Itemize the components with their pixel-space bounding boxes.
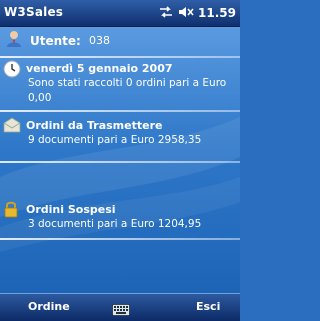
clock-icon: [3, 60, 21, 82]
softkey-bar: Ordine Esci: [0, 293, 240, 321]
separator: [0, 238, 240, 240]
suspended-orders-heading: Ordini Sospesi: [26, 203, 116, 216]
clock[interactable]: 11.59: [198, 6, 236, 20]
order-softkey[interactable]: Ordine: [28, 300, 70, 313]
orders-to-send-heading: Ordini da Trasmettere: [26, 119, 163, 132]
app-title[interactable]: W3Sales: [4, 5, 63, 19]
user-label: Utente:: [30, 34, 81, 48]
date-summary-line1: Sono stati raccolti 0 ordini pari a Euro: [28, 77, 227, 89]
speaker-muted-icon[interactable]: [178, 4, 194, 23]
envelope-icon: [3, 117, 21, 137]
separator: [0, 56, 240, 58]
exit-softkey[interactable]: Esci: [196, 300, 220, 313]
user-row[interactable]: Utente: 038: [0, 27, 240, 54]
connectivity-arrows-icon[interactable]: [158, 4, 174, 23]
user-icon: [5, 30, 23, 52]
title-bar: W3Sales 11.59: [0, 0, 240, 27]
status-area: 11.59: [158, 4, 236, 22]
today-screen: Utente: 038 venerdì 5 gennaio 2007 Sono …: [0, 27, 240, 293]
suspended-orders-row[interactable]: Ordini Sospesi 3 documenti pari a Euro 1…: [0, 200, 240, 236]
separator: [0, 161, 240, 163]
orders-to-send-row[interactable]: Ordini da Trasmettere 9 documenti pari a…: [0, 114, 240, 151]
date-row[interactable]: venerdì 5 gennaio 2007 Sono stati raccol…: [0, 59, 240, 111]
suspended-orders-text: 3 documenti pari a Euro 1204,95: [28, 218, 202, 230]
separator: [0, 110, 240, 112]
date-summary-line2: 0,00: [28, 92, 52, 104]
orders-to-send-text: 9 documenti pari a Euro 2958,35: [28, 134, 202, 146]
keyboard-icon[interactable]: [112, 301, 130, 320]
user-id: 038: [89, 34, 110, 47]
date-heading: venerdì 5 gennaio 2007: [26, 62, 173, 75]
lock-icon: [3, 200, 19, 222]
